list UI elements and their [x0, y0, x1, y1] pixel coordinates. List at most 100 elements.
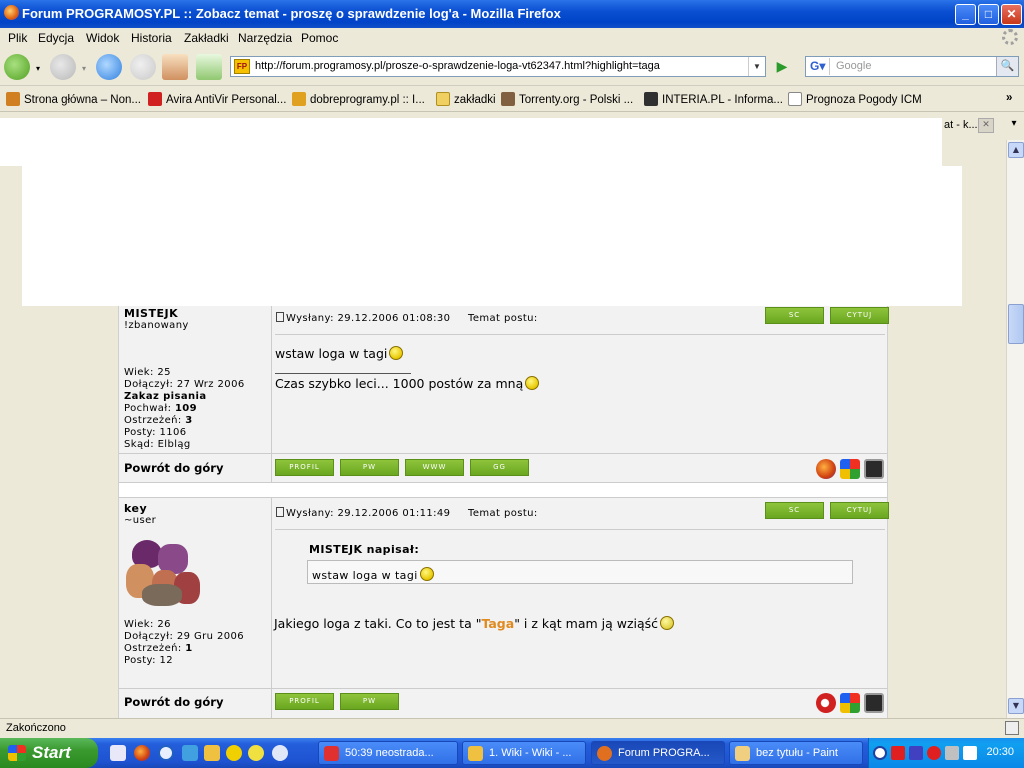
new-bookmark-icon[interactable] [196, 54, 222, 80]
tray-app-icon[interactable] [927, 746, 941, 760]
quote-sc-button[interactable]: SC [765, 502, 824, 519]
taskbar-task[interactable]: bez tytułu - Paint [729, 741, 863, 765]
post-subject-label: Temat postu: [468, 508, 538, 519]
back-to-top-link[interactable]: Powrót do góry [124, 461, 223, 475]
bookmark-item[interactable]: Avira AntiVir Personal... [148, 92, 286, 106]
page-render-area [22, 166, 962, 306]
menu-historia[interactable]: Historia [131, 31, 172, 45]
pm-button[interactable]: PW [340, 693, 399, 710]
back-arrow-icon[interactable] [4, 54, 30, 80]
menu-widok[interactable]: Widok [86, 31, 119, 45]
tab-close-icon[interactable]: ✕ [978, 118, 994, 133]
menu-pomoc[interactable]: Pomoc [301, 31, 338, 45]
vertical-scrollbar[interactable]: ▲ ▼ [1006, 140, 1024, 718]
tray-volume-icon[interactable] [963, 746, 977, 760]
back-to-top-link[interactable]: Powrót do góry [124, 695, 223, 709]
search-input[interactable]: Google [836, 60, 871, 72]
post-author[interactable]: key [124, 502, 147, 515]
menu-narzedzia[interactable]: Narzędzia [238, 31, 292, 45]
avatar [124, 536, 206, 608]
search-magnifier-icon[interactable]: 🔍 [996, 57, 1018, 76]
quicklaunch-app-icon[interactable] [272, 745, 288, 761]
post-author-rank: ~user [124, 515, 157, 526]
taskbar-task[interactable]: 50:39 neostrada... [318, 741, 458, 765]
menu-plik[interactable]: Plik [8, 31, 27, 45]
post-date: Wysłany: 29.12.2006 01:08:30 [286, 313, 451, 324]
bookmark-favicon-icon [148, 92, 162, 106]
stop-icon[interactable] [130, 54, 156, 80]
post-meta: Wysłany: 29.12.2006 01:08:30 Temat postu… [276, 312, 538, 325]
taskbar-task[interactable]: 1. Wiki - Wiki - ... [462, 741, 586, 765]
bookmarks-toolbar: Strona główna – Non... Avira AntiVir Per… [0, 86, 1024, 112]
menu-edycja[interactable]: Edycja [38, 31, 74, 45]
post-page-icon [276, 507, 284, 517]
profile-button[interactable]: PROFIL [275, 459, 334, 476]
pm-button[interactable]: PW [340, 459, 399, 476]
page-gap [0, 166, 22, 189]
tray-app-icon[interactable] [945, 746, 959, 760]
quicklaunch-app-icon[interactable] [248, 745, 264, 761]
menu-zakladki[interactable]: Zakładki [184, 31, 229, 45]
scroll-up-icon[interactable]: ▲ [1008, 142, 1024, 158]
url-dropdown-icon[interactable]: ▼ [748, 57, 765, 76]
quote-sc-button[interactable]: SC [765, 307, 824, 324]
bookmark-item[interactable]: Prognoza Pogody ICM [788, 92, 922, 106]
bookmark-folder[interactable]: zakładki [436, 92, 496, 106]
search-box[interactable]: G▾ Google 🔍 [805, 56, 1019, 77]
status-page-icon[interactable] [1005, 721, 1019, 735]
post-date: Wysłany: 29.12.2006 01:11:49 [286, 508, 451, 519]
close-button[interactable]: ✕ [1001, 4, 1022, 25]
back-history-dropdown-icon[interactable]: ▾ [36, 64, 40, 73]
quicklaunch-app-icon[interactable] [158, 745, 174, 761]
quicklaunch-app-icon[interactable] [182, 745, 198, 761]
tray-arrow-icon[interactable] [873, 746, 887, 760]
scroll-down-icon[interactable]: ▼ [1008, 698, 1024, 714]
author-details: Wiek: 25 Dołączył: 27 Wrz 2006 Zakaz pis… [124, 367, 245, 450]
url-text[interactable]: http://forum.programosy.pl/prosze-o-spra… [255, 60, 660, 72]
post-body: Jakiego loga z taki. Co to jest ta "Taga… [274, 616, 675, 631]
taskbar-task-active[interactable]: Forum PROGRA... [591, 741, 725, 765]
quote-button[interactable]: CYTUJ [830, 502, 889, 519]
throbber-icon [1002, 29, 1018, 45]
forward-arrow-icon[interactable] [50, 54, 76, 80]
minimize-button[interactable]: _ [955, 4, 976, 25]
scroll-thumb[interactable] [1008, 304, 1024, 344]
quote-button[interactable]: CYTUJ [830, 307, 889, 324]
start-button[interactable]: Start [0, 738, 98, 768]
page-render-area [0, 118, 942, 166]
gg-button[interactable]: GG [470, 459, 529, 476]
www-button[interactable]: WWW [405, 459, 464, 476]
tab-list-icon[interactable]: ▾ [1006, 118, 1022, 134]
quote-author: MISTEJK napisał: [309, 543, 420, 556]
quicklaunch-firefox-icon[interactable] [134, 745, 150, 761]
search-engine-selector[interactable]: G▾ [808, 58, 830, 75]
bookmarks-chevron[interactable]: » [1006, 92, 1012, 104]
title-bar: Forum PROGRAMOSY.PL :: Zobacz temat - pr… [0, 0, 1024, 28]
forward-history-dropdown-icon[interactable]: ▾ [82, 64, 86, 73]
post-meta: Wysłany: 29.12.2006 01:11:49 Temat postu… [276, 507, 538, 520]
profile-button[interactable]: PROFIL [275, 693, 334, 710]
status-text: Zakończono [6, 722, 66, 734]
go-arrow-icon[interactable]: ▶ [772, 57, 792, 77]
maximize-button[interactable]: □ [978, 4, 999, 25]
quicklaunch-db-icon[interactable] [110, 745, 126, 761]
opera-browser-icon [816, 693, 836, 713]
bookmark-item[interactable]: dobreprogramy.pl :: I... [292, 92, 425, 106]
windows-logo-icon [8, 745, 26, 761]
bookmark-item[interactable]: INTERIA.PL - Informa... [644, 92, 783, 106]
home-icon[interactable] [162, 54, 188, 80]
reload-icon[interactable] [96, 54, 122, 80]
bookmark-item[interactable]: Strona główna – Non... [6, 92, 141, 106]
bookmark-item[interactable]: Torrenty.org - Polski ... [501, 92, 633, 106]
post-author[interactable]: MISTEJK [124, 307, 178, 320]
quicklaunch-app-icon[interactable] [226, 745, 242, 761]
page-icon [788, 92, 802, 106]
quicklaunch-app-icon[interactable] [204, 745, 220, 761]
tray-antivirus-icon[interactable] [891, 746, 905, 760]
tray-app-icon[interactable] [909, 746, 923, 760]
tab-partial-title[interactable]: at - k... [944, 119, 978, 131]
confused-smiley-icon [660, 616, 675, 630]
url-bar[interactable]: FP http://forum.programosy.pl/prosze-o-s… [230, 56, 766, 77]
windows-os-icon [840, 459, 860, 479]
smiley-icon [389, 346, 404, 360]
